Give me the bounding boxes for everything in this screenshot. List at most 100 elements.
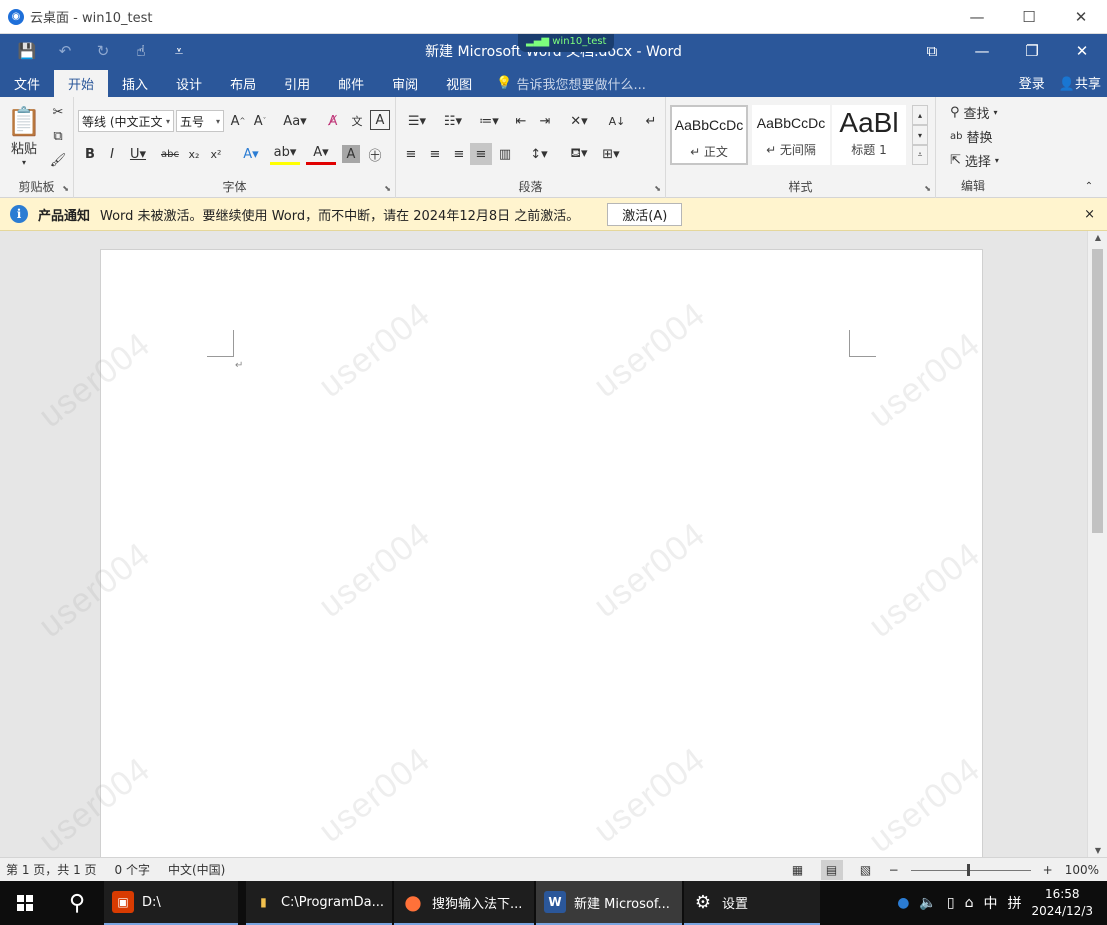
remote-maximize-button[interactable]: ☐ xyxy=(1003,0,1055,34)
sort-icon[interactable]: A↓ xyxy=(606,110,628,132)
highlight-color-icon[interactable]: ab▾ xyxy=(270,143,300,165)
login-link[interactable]: 登录 xyxy=(1019,73,1045,92)
word-minimize-button[interactable]: — xyxy=(957,34,1007,68)
start-button[interactable] xyxy=(0,881,50,925)
volume-icon[interactable]: 🔈 xyxy=(919,895,936,911)
style-no-spacing[interactable]: AaBbCcDc ↵ 无间隔 xyxy=(752,105,830,165)
distributed-icon[interactable]: ▥ xyxy=(494,143,516,165)
scroll-up-icon[interactable]: ▲ xyxy=(1088,233,1107,242)
style-normal[interactable]: AaBbCcDc ↵ 正文 xyxy=(670,105,748,165)
strikethrough-icon[interactable]: abc xyxy=(156,143,184,165)
paste-dropdown-icon[interactable]: ▾ xyxy=(16,157,32,167)
format-painter-icon[interactable]: 🖌 xyxy=(48,151,68,169)
tell-me-box[interactable]: 💡 告诉我您想要做什么... xyxy=(496,70,646,97)
italic-icon[interactable]: I xyxy=(102,143,122,165)
customize-qat-icon[interactable]: ⩡ xyxy=(162,42,196,60)
line-spacing-icon[interactable]: ↕▾ xyxy=(524,143,554,165)
enclose-characters-icon[interactable]: ㊉ xyxy=(364,143,386,165)
clock[interactable]: 16:58 2024/12/3 xyxy=(1031,886,1093,920)
page-count[interactable]: 第 1 页，共 1 页 xyxy=(6,861,97,878)
font-name-combo[interactable]: 等线 (中文正文 ▾ xyxy=(78,110,174,132)
styles-more-icon[interactable]: ⩡ xyxy=(912,145,928,165)
taskbar-app-explorer[interactable]: ▮ C:\ProgramDa... xyxy=(246,881,392,925)
zoom-slider[interactable] xyxy=(910,863,1031,876)
multilevel-list-icon[interactable]: ≔▾ xyxy=(472,110,506,132)
collapse-ribbon-icon[interactable]: ⌃ xyxy=(1080,179,1098,193)
font-launcher-icon[interactable]: ⬊ xyxy=(384,184,391,193)
usb-icon[interactable]: ▯ xyxy=(947,895,955,911)
zoom-thumb[interactable] xyxy=(966,863,970,876)
copy-icon[interactable]: ⧉ xyxy=(48,127,68,145)
paste-label[interactable]: 粘贴 xyxy=(4,139,44,157)
styles-launcher-icon[interactable]: ⬊ xyxy=(924,184,931,193)
tab-view[interactable]: 视图 xyxy=(432,70,486,97)
tab-references[interactable]: 引用 xyxy=(270,70,324,97)
tab-home[interactable]: 开始 xyxy=(54,70,109,97)
increase-indent-icon[interactable]: ⇥ xyxy=(534,110,556,132)
taskbar-app-word[interactable]: W 新建 Microsof... xyxy=(536,881,682,925)
language-indicator[interactable]: 中文(中国) xyxy=(168,861,225,878)
replace-button[interactable]: ab 替换 xyxy=(950,127,993,146)
font-size-combo[interactable]: 五号 ▾ xyxy=(176,110,224,132)
scroll-thumb[interactable] xyxy=(1092,249,1103,533)
grow-font-icon[interactable]: A ^ xyxy=(228,110,248,132)
network-icon[interactable]: ⌂ xyxy=(965,895,974,911)
zoom-level[interactable]: 100% xyxy=(1065,863,1099,877)
character-shading-icon[interactable]: A xyxy=(342,145,360,163)
subscript-icon[interactable]: x₂ xyxy=(184,143,204,165)
word-count[interactable]: 0 个字 xyxy=(115,861,150,878)
show-marks-icon[interactable]: ↵ xyxy=(640,110,662,132)
taskbar-app-settings[interactable]: ⚙ 设置 xyxy=(684,881,820,925)
underline-icon[interactable]: U▾ xyxy=(124,143,152,165)
tab-insert[interactable]: 插入 xyxy=(108,70,162,97)
align-left-icon[interactable]: ≡ xyxy=(400,143,422,165)
tab-layout[interactable]: 布局 xyxy=(216,70,270,97)
clipboard-launcher-icon[interactable]: ⬊ xyxy=(62,184,69,193)
word-restore-button[interactable]: ❐ xyxy=(1007,34,1057,68)
ribbon-display-options-button[interactable]: ⧉ xyxy=(907,34,957,68)
select-button[interactable]: ⇱ 选择 ▾ xyxy=(950,151,999,170)
find-button[interactable]: ⚲ 查找 ▾ xyxy=(950,103,998,122)
style-heading-1[interactable]: AaBl 标题 1 xyxy=(832,105,906,165)
styles-scroll-down-icon[interactable]: ▾ xyxy=(912,125,928,145)
character-border-icon[interactable]: A xyxy=(370,110,390,130)
remote-close-button[interactable]: ✕ xyxy=(1055,0,1107,34)
justify-icon[interactable]: ≡ xyxy=(470,143,492,165)
word-close-button[interactable]: ✕ xyxy=(1057,34,1107,68)
zoom-out-icon[interactable]: − xyxy=(889,863,899,877)
tab-mailings[interactable]: 邮件 xyxy=(324,70,378,97)
taskbar-app-office[interactable]: ▣ D:\ xyxy=(104,881,238,925)
change-case-icon[interactable]: Aa▾ xyxy=(278,110,312,132)
ime-indicator[interactable]: 中 xyxy=(983,893,997,913)
superscript-icon[interactable]: x² xyxy=(206,143,226,165)
read-mode-icon[interactable]: ▦ xyxy=(787,860,809,880)
shrink-font-icon[interactable]: Aˇ xyxy=(250,110,270,132)
align-right-icon[interactable]: ≡ xyxy=(448,143,470,165)
share-button[interactable]: 👤共享 xyxy=(1059,73,1101,92)
tray-app-icon[interactable]: ● xyxy=(897,895,909,911)
decrease-indent-icon[interactable]: ⇤ xyxy=(510,110,532,132)
text-direction-icon[interactable]: ✕▾ xyxy=(562,110,596,132)
align-center-icon[interactable]: ≡ xyxy=(424,143,446,165)
font-color-icon[interactable]: A▾ xyxy=(306,143,336,165)
paste-icon[interactable]: 📋 xyxy=(6,103,42,139)
borders-icon[interactable]: ⊞▾ xyxy=(596,143,626,165)
paragraph-launcher-icon[interactable]: ⬊ xyxy=(654,184,661,193)
print-layout-icon[interactable]: ▤ xyxy=(820,860,843,880)
text-effects-icon[interactable]: A▾ xyxy=(236,143,266,165)
tab-review[interactable]: 审阅 xyxy=(378,70,432,97)
remote-minimize-button[interactable]: — xyxy=(951,0,1003,34)
numbering-icon[interactable]: ☷▾ xyxy=(436,110,470,132)
document-page[interactable]: ↵ xyxy=(100,249,983,857)
touch-mode-icon[interactable]: ☝ xyxy=(124,42,158,60)
taskbar-app-firefox[interactable]: ● 搜狗输入法下... xyxy=(394,881,534,925)
shading-icon[interactable]: ⛾▾ xyxy=(564,143,594,165)
ime-mode-indicator[interactable]: 拼 xyxy=(1007,893,1021,913)
activate-button[interactable]: 激活(A) xyxy=(607,202,683,226)
phonetic-guide-icon[interactable]: 文 xyxy=(346,110,368,132)
bold-icon[interactable]: B xyxy=(80,143,100,165)
search-icon[interactable]: ⚲ xyxy=(50,881,104,925)
close-icon[interactable]: × xyxy=(1084,207,1095,222)
bullets-icon[interactable]: ☰▾ xyxy=(400,110,434,132)
zoom-in-icon[interactable]: + xyxy=(1043,863,1053,877)
